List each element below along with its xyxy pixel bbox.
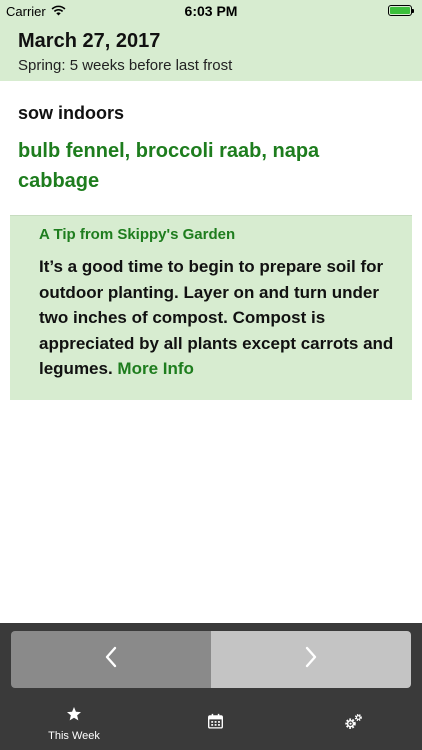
battery-icon [388,5,414,16]
calendar-icon [207,713,224,735]
tip-title: A Tip from Skippy's Garden [39,226,236,243]
star-icon [66,706,82,727]
tab-calendar[interactable] [145,698,285,750]
more-info-link[interactable]: More Info [117,359,194,378]
date-title: March 27, 2017 [18,30,161,52]
chevron-left-icon [103,645,119,674]
tip-body: It’s a good time to begin to prepare soi… [39,254,394,382]
week-nav-panel [0,623,422,698]
tab-bar: This Week [0,698,422,750]
status-time: 6:03 PM [184,3,238,19]
previous-week-button[interactable] [11,631,211,688]
tab-this-week-label: This Week [48,730,100,742]
tip-text: It’s a good time to begin to prepare soi… [39,257,394,378]
season-subtitle: Spring: 5 weeks before last frost [18,57,233,74]
crop-list[interactable]: bulb fennel, broccoli raab, napa cabbage [18,136,398,196]
tip-box: A Tip from Skippy's Garden It’s a good t… [10,215,412,400]
status-bar: Carrier 6:03 PM [0,0,422,22]
sow-heading: sow indoors [18,103,125,123]
date-header: March 27, 2017 Spring: 5 weeks before la… [0,22,422,81]
tab-settings[interactable] [283,698,422,750]
tab-this-week[interactable]: This Week [4,698,144,750]
gears-icon [343,713,363,736]
battery-level-fill [390,7,410,14]
chevron-right-icon [303,645,319,674]
next-week-button[interactable] [211,631,411,688]
